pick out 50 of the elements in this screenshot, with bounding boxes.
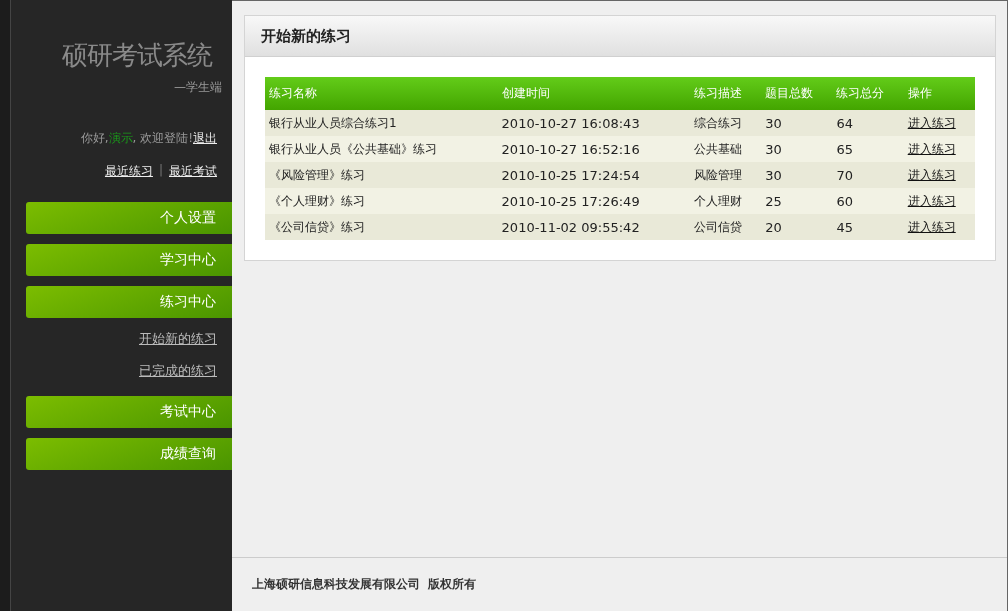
table-cell: 风险管理 [689,162,762,188]
table-cell: 65 [832,136,904,162]
table-cell: 30 [761,136,833,162]
enter-practice-link[interactable]: 进入练习 [907,115,956,130]
column-header: 练习描述 [689,77,762,110]
greeting-text: , 欢迎登陆! [132,130,193,147]
quick-link[interactable]: 最近考试 [169,163,217,180]
table-cell: 64 [832,110,904,136]
table-cell: 2010-10-27 16:08:43 [497,110,690,136]
column-header: 题目总数 [761,77,833,110]
user-name: 演示 [108,130,133,147]
link-separator: | [158,163,163,179]
submenu-link[interactable]: 已完成的练习 [139,362,217,380]
logout-link[interactable]: 退出 [193,130,217,147]
table-cell: 个人理财 [689,188,762,214]
column-header: 练习总分 [832,77,904,110]
enter-practice-link[interactable]: 进入练习 [907,193,956,208]
company-name: 上海硕研信息科技发展有限公司 [252,576,420,593]
table-cell: 《风险管理》练习 [265,162,498,188]
table-cell: 《个人理财》练习 [265,188,498,214]
copyright-text: 版权所有 [428,576,476,593]
panel-title: 开始新的练习 [245,16,995,57]
table-cell: 30 [761,110,833,136]
table-cell: 银行从业人员《公共基础》练习 [265,136,498,162]
table-cell: 2010-10-25 17:26:49 [497,188,690,214]
table-cell: 45 [832,214,904,240]
table-cell: 20 [761,214,833,240]
app-title: 硕研考试系统 [61,39,214,72]
table-cell: 《公司信贷》练习 [265,214,498,240]
column-header: 练习名称 [265,77,498,110]
column-header: 操作 [903,77,975,110]
enter-practice-link[interactable]: 进入练习 [907,167,956,182]
table-cell: 公司信贷 [689,214,762,240]
enter-practice-link[interactable]: 进入练习 [907,219,956,234]
table-cell: 公共基础 [689,136,762,162]
table-cell: 2010-10-25 17:24:54 [497,162,690,188]
table-cell: 30 [761,162,833,188]
quick-link[interactable]: 最近练习 [104,163,153,180]
table-cell: 2010-10-27 16:52:16 [497,136,690,162]
column-header: 创建时间 [497,77,690,110]
table-cell: 70 [832,162,904,188]
table-cell: 60 [832,188,904,214]
table-cell: 银行从业人员综合练习1 [265,110,498,136]
table-cell: 综合练习 [689,110,762,136]
table-cell: 25 [761,188,833,214]
enter-practice-link[interactable]: 进入练习 [907,141,956,156]
app-subtitle: —学生端 [173,79,223,96]
submenu-link[interactable]: 开始新的练习 [139,330,217,348]
table-cell: 2010-11-02 09:55:42 [497,214,690,240]
greeting-text: 你好, [80,130,109,147]
